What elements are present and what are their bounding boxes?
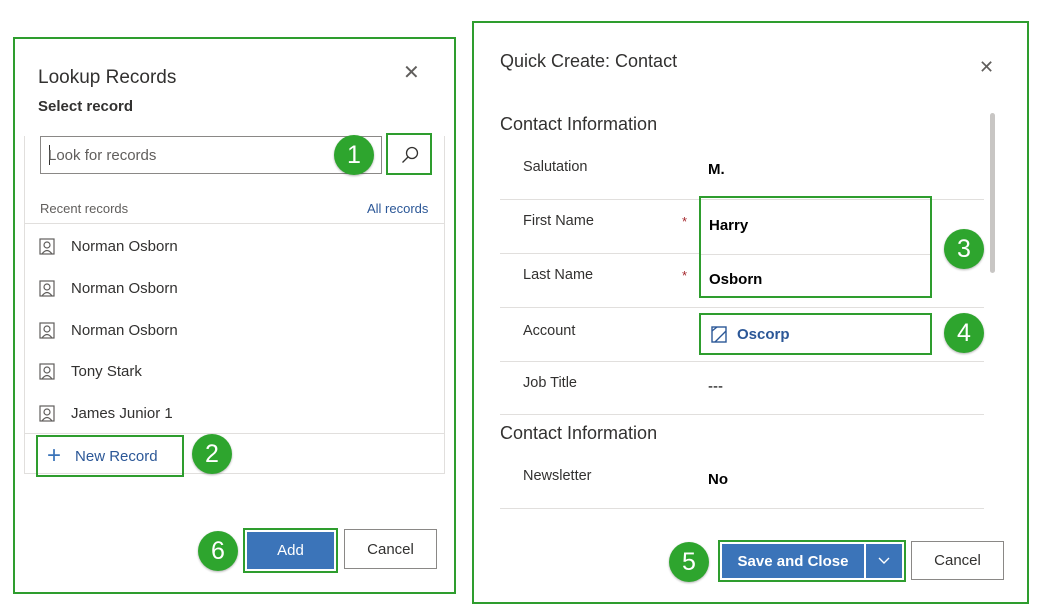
list-item[interactable]: Tony Stark <box>39 356 142 386</box>
list-item[interactable]: Norman Osborn <box>39 273 178 303</box>
record-name: Norman Osborn <box>71 237 178 255</box>
contact-icon <box>39 321 55 339</box>
row-divider <box>500 307 984 308</box>
record-name: Norman Osborn <box>71 321 178 339</box>
dialog-title: Quick Create: Contact <box>500 51 678 71</box>
vertical-scrollbar[interactable] <box>990 113 995 273</box>
salutation-value[interactable]: M. <box>708 161 725 178</box>
quick-create-dialog: Quick Create: Contact ✕ Contact Informat… <box>472 21 1029 604</box>
dialog-subtitle: Select record <box>38 98 134 115</box>
all-records-link[interactable]: All records <box>367 201 428 216</box>
dialog-title: Lookup Records <box>38 67 177 88</box>
cancel-button[interactable]: Cancel <box>911 541 1004 580</box>
newsletter-label: Newsletter <box>523 468 592 484</box>
row-divider <box>500 508 984 509</box>
list-item[interactable]: Norman Osborn <box>39 231 178 261</box>
add-button[interactable]: Add <box>247 532 334 569</box>
record-name: James Junior 1 <box>71 404 173 422</box>
row-divider <box>701 254 930 255</box>
account-icon <box>711 325 727 343</box>
last-name-label: Last Name <box>523 267 594 283</box>
section-title: Contact Information <box>500 423 658 443</box>
save-and-close-button[interactable]: Save and Close <box>722 544 864 578</box>
salutation-label: Salutation <box>523 159 588 175</box>
section-title: Contact Information <box>500 114 658 134</box>
add-button-highlight: Add <box>243 528 338 573</box>
contact-icon <box>39 237 55 255</box>
lookup-records-dialog: Lookup Records Select record ✕ 1 Recent … <box>13 37 456 594</box>
list-header-divider <box>25 223 444 224</box>
step-badge-4: 4 <box>944 313 984 353</box>
record-name: Norman Osborn <box>71 279 178 297</box>
close-icon[interactable]: ✕ <box>403 63 420 83</box>
required-indicator: * <box>682 214 688 229</box>
required-indicator: * <box>682 268 688 283</box>
save-and-close-highlight: Save and Close <box>718 540 906 582</box>
chevron-down-icon <box>878 557 890 564</box>
first-name-value[interactable]: Harry <box>709 217 748 234</box>
step-badge-5: 5 <box>669 542 709 582</box>
new-record-button[interactable]: + New Record <box>36 435 184 477</box>
close-icon[interactable]: ✕ <box>979 58 994 76</box>
record-name: Tony Stark <box>71 362 142 380</box>
step-badge-3: 3 <box>944 229 984 269</box>
account-label: Account <box>523 323 576 339</box>
list-item[interactable]: James Junior 1 <box>39 398 173 428</box>
list-item[interactable]: Norman Osborn <box>39 315 178 345</box>
list-footer-divider <box>25 433 444 434</box>
newsletter-value[interactable]: No <box>708 471 728 488</box>
first-name-label: First Name <box>523 213 594 229</box>
last-name-value[interactable]: Osborn <box>709 271 762 288</box>
account-lookup-field[interactable]: Oscorp <box>699 313 932 355</box>
contact-icon <box>39 362 55 380</box>
row-divider <box>500 414 984 415</box>
new-record-label: New Record <box>75 447 158 465</box>
contact-icon <box>39 279 55 297</box>
job-title-label: Job Title <box>523 375 577 391</box>
step-badge-6: 6 <box>198 531 238 571</box>
row-divider <box>500 253 699 254</box>
save-options-dropdown[interactable] <box>865 544 902 578</box>
name-fields-highlight: Harry Osborn <box>699 196 932 298</box>
job-title-value[interactable]: --- <box>708 378 723 395</box>
step-badge-2: 2 <box>192 434 232 474</box>
account-value[interactable]: Oscorp <box>737 326 790 343</box>
plus-icon: + <box>47 442 62 469</box>
cancel-button[interactable]: Cancel <box>344 529 437 569</box>
row-divider <box>500 361 984 362</box>
contact-icon <box>39 404 55 422</box>
recent-records-label: Recent records <box>40 201 129 216</box>
